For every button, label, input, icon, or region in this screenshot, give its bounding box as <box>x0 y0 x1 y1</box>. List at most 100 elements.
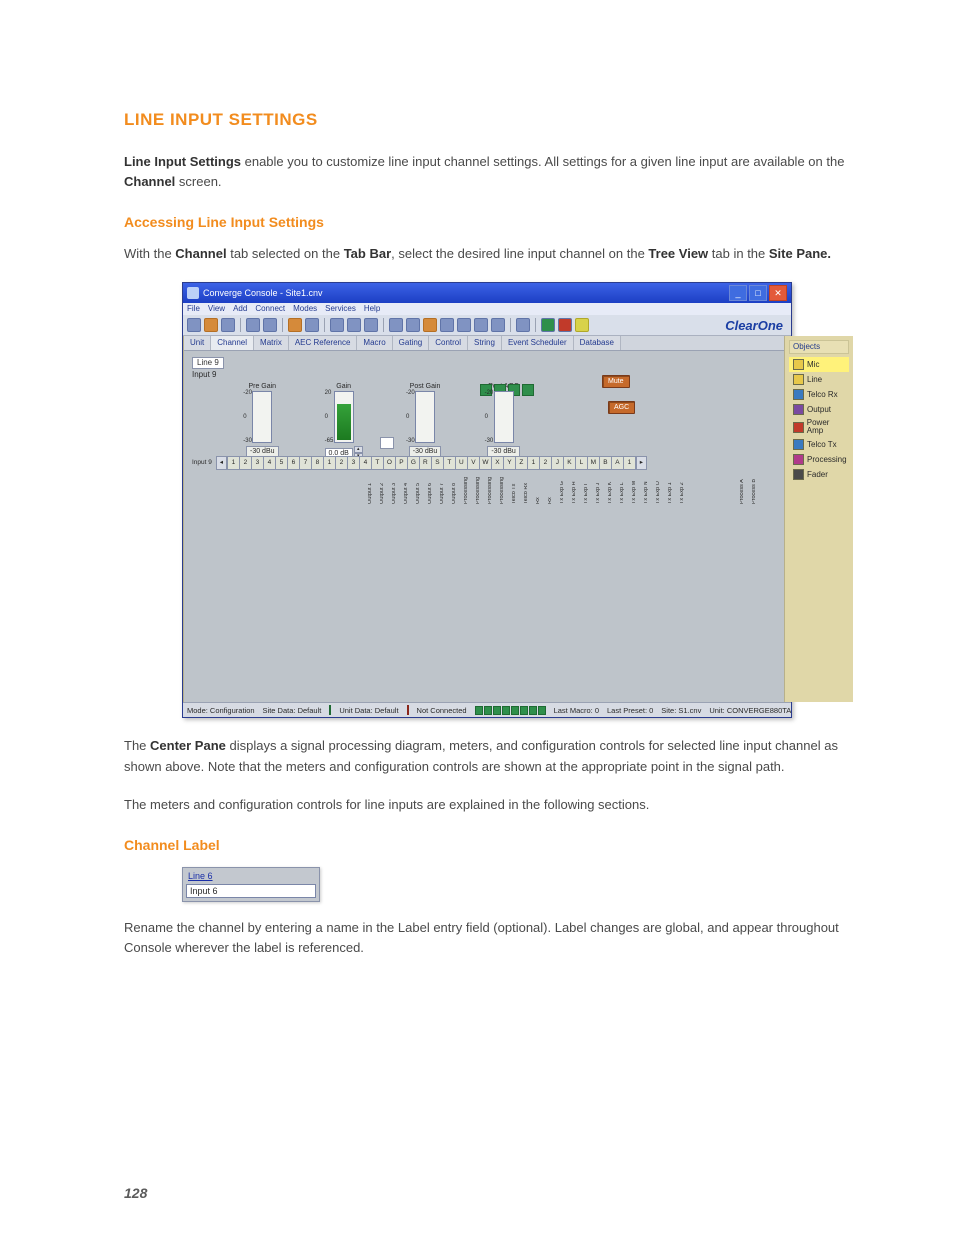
route-cell[interactable]: L <box>576 456 588 470</box>
object-item-telco-rx[interactable]: Telco Rx <box>789 387 849 402</box>
routing-labels: Output 1Output 2Output 3Output 4Output 5… <box>368 472 776 506</box>
tab-unit[interactable]: Unit <box>184 336 211 350</box>
window-close-button[interactable]: ✕ <box>769 285 787 301</box>
window-titlebar: Converge Console - Site1.cnv _ □ ✕ <box>183 283 791 303</box>
toolbar-icon[interactable] <box>440 318 454 332</box>
route-cell[interactable]: M <box>588 456 600 470</box>
channel-link[interactable]: Line 6 <box>186 870 316 882</box>
route-scroll-left[interactable]: ◂ <box>216 456 227 470</box>
channel-label[interactable]: Line 9 <box>192 357 224 369</box>
menu-modes[interactable]: Modes <box>293 304 317 313</box>
route-cell[interactable]: A <box>612 456 624 470</box>
toolbar-icon[interactable] <box>389 318 403 332</box>
object-item-line[interactable]: Line <box>789 372 849 387</box>
object-item-fader[interactable]: Fader <box>789 467 849 482</box>
route-cell[interactable]: 2 <box>540 456 552 470</box>
route-cell[interactable]: S <box>432 456 444 470</box>
route-cell[interactable]: 3 <box>252 456 264 470</box>
tab-macro[interactable]: Macro <box>357 336 392 350</box>
menu-file[interactable]: File <box>187 304 200 313</box>
route-cell[interactable]: J <box>552 456 564 470</box>
route-cell[interactable]: 8 <box>312 456 324 470</box>
toolbar-icon[interactable] <box>305 318 319 332</box>
tab-matrix[interactable]: Matrix <box>254 336 289 350</box>
route-column-label <box>764 472 776 506</box>
tab-channel[interactable]: Channel <box>211 336 254 350</box>
route-cell[interactable]: 4 <box>360 456 372 470</box>
channel-label-screenshot: Line 6 Input 6 <box>182 867 320 902</box>
object-item-power-amp[interactable]: Power Amp <box>789 417 849 437</box>
toolbar-icon[interactable] <box>406 318 420 332</box>
window-minimize-button[interactable]: _ <box>729 285 747 301</box>
route-cell[interactable]: 2 <box>336 456 348 470</box>
gain-slider[interactable]: 200-65 <box>334 391 354 443</box>
menu-add[interactable]: Add <box>233 304 247 313</box>
toolbar-icon[interactable] <box>330 318 344 332</box>
toolbar-icon[interactable] <box>187 318 201 332</box>
route-cell[interactable]: G <box>408 456 420 470</box>
toolbar-icon[interactable] <box>246 318 260 332</box>
menu-help[interactable]: Help <box>364 304 380 313</box>
tab-control[interactable]: Control <box>429 336 468 350</box>
object-item-telco-tx[interactable]: Telco Tx <box>789 437 849 452</box>
route-column-label: Tx Exp J <box>596 472 608 506</box>
toolbar-icon[interactable] <box>491 318 505 332</box>
route-cell[interactable]: 1 <box>324 456 336 470</box>
channel-label-input[interactable]: Input 6 <box>186 884 316 898</box>
route-scroll-right[interactable]: ▸ <box>636 456 647 470</box>
tab-event-scheduler[interactable]: Event Scheduler <box>502 336 574 350</box>
object-icon <box>793 359 804 370</box>
route-cell[interactable]: 6 <box>288 456 300 470</box>
mute-button[interactable]: Mute <box>602 375 630 388</box>
route-cell[interactable]: 1 <box>528 456 540 470</box>
toolbar-icon[interactable] <box>516 318 530 332</box>
route-cell[interactable]: K <box>564 456 576 470</box>
route-cell[interactable]: P <box>396 456 408 470</box>
mute-indicator[interactable] <box>522 384 534 396</box>
toolbar-icon[interactable] <box>474 318 488 332</box>
object-item-processing[interactable]: Processing <box>789 452 849 467</box>
route-cell[interactable]: 3 <box>348 456 360 470</box>
menu-services[interactable]: Services <box>325 304 356 313</box>
route-checkbox[interactable] <box>380 437 394 449</box>
object-item-mic[interactable]: Mic <box>789 357 849 372</box>
route-cell[interactable]: W <box>480 456 492 470</box>
route-cell[interactable]: 1 <box>227 456 240 470</box>
toolbar-icon[interactable] <box>204 318 218 332</box>
toolbar-icon[interactable] <box>364 318 378 332</box>
route-cell[interactable]: T <box>444 456 456 470</box>
gain-step-up[interactable]: ▴ <box>354 446 363 453</box>
route-cell[interactable]: X <box>492 456 504 470</box>
route-cell[interactable]: Y <box>504 456 516 470</box>
route-cell[interactable]: 4 <box>264 456 276 470</box>
route-cell[interactable]: V <box>468 456 480 470</box>
route-cell[interactable]: U <box>456 456 468 470</box>
route-cell[interactable]: O <box>384 456 396 470</box>
toolbar-icon[interactable] <box>347 318 361 332</box>
route-cell[interactable]: Z <box>516 456 528 470</box>
route-cell[interactable]: 5 <box>276 456 288 470</box>
route-cell[interactable]: 1 <box>624 456 636 470</box>
connect-icon[interactable] <box>541 318 555 332</box>
help-icon[interactable] <box>575 318 589 332</box>
toolbar-icon[interactable] <box>457 318 471 332</box>
route-cell[interactable]: R <box>420 456 432 470</box>
menu-connect[interactable]: Connect <box>255 304 285 313</box>
tab-string[interactable]: String <box>468 336 502 350</box>
menu-view[interactable]: View <box>208 304 225 313</box>
route-cell[interactable]: 2 <box>240 456 252 470</box>
toolbar-icon[interactable] <box>288 318 302 332</box>
window-maximize-button[interactable]: □ <box>749 285 767 301</box>
agc-button[interactable]: AGC <box>608 401 635 414</box>
object-item-output[interactable]: Output <box>789 402 849 417</box>
route-cell[interactable]: T <box>372 456 384 470</box>
tab-aec-reference[interactable]: AEC Reference <box>289 336 358 350</box>
route-cell[interactable]: B <box>600 456 612 470</box>
tab-gating[interactable]: Gating <box>393 336 430 350</box>
toolbar-icon[interactable] <box>221 318 235 332</box>
toolbar-icon[interactable] <box>423 318 437 332</box>
disconnect-icon[interactable] <box>558 318 572 332</box>
route-cell[interactable]: 7 <box>300 456 312 470</box>
tab-database[interactable]: Database <box>574 336 621 350</box>
toolbar-icon[interactable] <box>263 318 277 332</box>
